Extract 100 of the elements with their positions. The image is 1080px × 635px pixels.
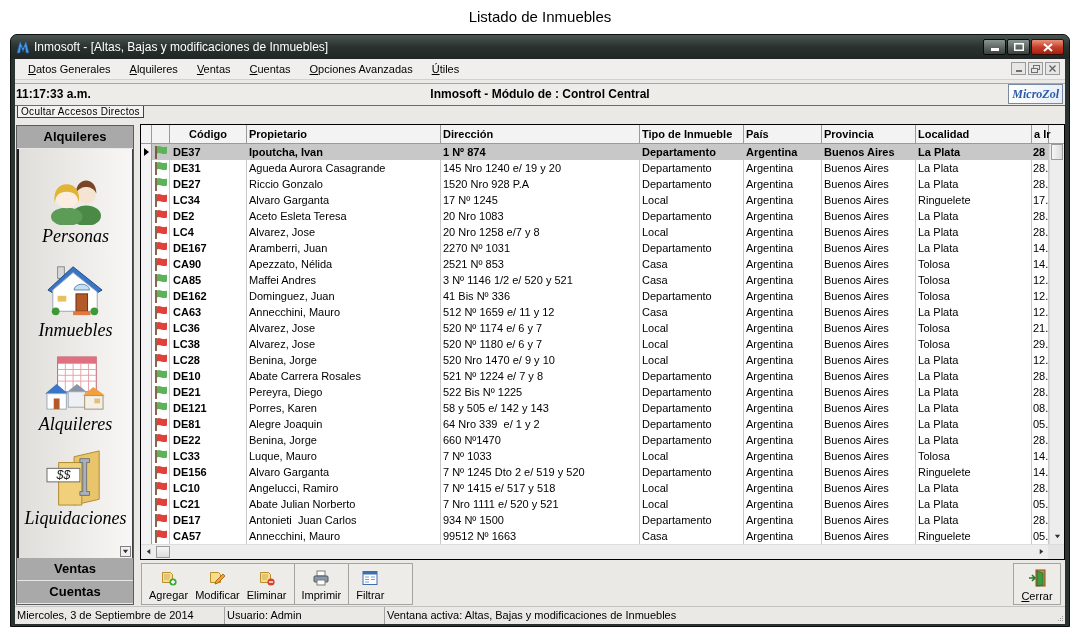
table-cell: Argentina xyxy=(744,495,822,512)
table-cell: Buenos Aires xyxy=(822,239,916,256)
menu-item[interactable]: Alquileres xyxy=(129,62,178,76)
table-cell: LC21 xyxy=(170,495,247,512)
table-cell: Local xyxy=(640,351,744,368)
sidebar-section-header[interactable]: Alquileres xyxy=(17,125,133,149)
toolbar-button[interactable]: Modificar xyxy=(192,563,243,604)
table-cell: Argentina xyxy=(744,271,822,288)
vertical-scrollbar[interactable] xyxy=(1049,143,1064,544)
table-cell: LC10 xyxy=(170,479,247,496)
table-cell: Buenos Aires xyxy=(822,319,916,336)
table-cell: CA57 xyxy=(170,527,247,544)
table-cell: Argentina xyxy=(744,527,822,544)
toolbar-button[interactable]: Imprimir xyxy=(298,563,345,604)
maximize-button[interactable] xyxy=(1007,39,1030,55)
houses-calendar-icon xyxy=(43,354,108,413)
window-title: Inmosoft - [Altas, Bajas y modificaciones de Inmuebles] xyxy=(34,39,329,56)
table-cell: Abate Julian Norberto xyxy=(247,495,441,512)
table-cell: Buenos Aires xyxy=(822,367,916,384)
table-cell: Ipoutcha, Ivan xyxy=(247,143,441,160)
window-list-icon xyxy=(362,569,379,586)
table-cell: 64 Nro 339 e/ 1 y 2 xyxy=(441,415,640,432)
minimize-icon xyxy=(990,48,999,51)
scroll-down-button[interactable] xyxy=(120,545,131,557)
table-cell: Departamento xyxy=(640,511,744,528)
table-cell: 2270 Nº 1031 xyxy=(441,239,640,256)
table-cell: Buenos Aires xyxy=(822,511,916,528)
column-header[interactable]: a Ir xyxy=(1032,124,1049,143)
status-bar-text: Usuario: Admin xyxy=(225,607,385,624)
table-cell: 520 Nro 1470 e/ 9 y 10 xyxy=(441,351,640,368)
table-cell: DE81 xyxy=(170,415,247,432)
sidebar-shortcut[interactable]: Alquileres xyxy=(38,354,113,435)
document-pencil-icon xyxy=(209,569,226,586)
table-cell: La Plata xyxy=(916,415,1032,432)
column-header[interactable]: Provincia xyxy=(822,124,916,143)
table-cell: Tolosa xyxy=(916,271,1032,288)
close-button[interactable] xyxy=(1031,39,1064,55)
table-cell: CA85 xyxy=(170,271,247,288)
mdi-minimize-button[interactable] xyxy=(1011,62,1026,76)
table-cell: CA90 xyxy=(170,255,247,272)
table-cell: Porres, Karen xyxy=(247,399,441,416)
table-cell: Argentina xyxy=(744,415,822,432)
maximize-icon xyxy=(1013,43,1024,51)
table-cell: LC36 xyxy=(170,319,247,336)
toolbar-button[interactable]: Eliminar xyxy=(243,563,290,604)
table-cell: Buenos Aires xyxy=(822,207,916,224)
menu-item[interactable]: Datos Generales xyxy=(28,62,111,76)
mdi-restore-button[interactable] xyxy=(1028,62,1043,76)
column-header[interactable]: Código xyxy=(170,124,247,143)
table-cell: Buenos Aires xyxy=(822,415,916,432)
table-cell: DE27 xyxy=(170,175,247,192)
table-cell: Alegre Joaquin xyxy=(247,415,441,432)
sidebar-section-header[interactable]: Cuentas xyxy=(17,580,133,604)
column-header[interactable]: Localidad xyxy=(916,124,1032,143)
table-cell: La Plata xyxy=(916,159,1032,176)
menu-item[interactable]: Ventas xyxy=(196,62,231,76)
sidebar-shortcut[interactable]: $$ Liquidaciones xyxy=(24,448,127,529)
resize-grip-icon xyxy=(1056,615,1064,623)
table-cell: Buenos Aires xyxy=(822,495,916,512)
table-cell: Argentina xyxy=(744,431,822,448)
column-header[interactable]: Tipo de Inmueble xyxy=(640,124,744,143)
table-cell: 20 Nro 1258 e/7 y 8 xyxy=(441,223,640,240)
table-cell: Departamento xyxy=(640,143,744,160)
table-cell: Local xyxy=(640,223,744,240)
row-selector[interactable] xyxy=(141,143,152,160)
table-cell: Departamento xyxy=(640,159,744,176)
column-header[interactable]: Propietario xyxy=(247,124,441,143)
table-cell: 1 Nº 874 xyxy=(441,143,640,160)
table-cell: DE162 xyxy=(170,287,247,304)
table-cell: Argentina xyxy=(744,255,822,272)
table-cell: 520 Nº 1180 e/ 6 y 7 xyxy=(441,335,640,352)
table-cell: Luque, Mauro xyxy=(247,447,441,464)
minimize-button[interactable] xyxy=(983,39,1006,55)
menu-item[interactable]: Opciones Avanzadas xyxy=(309,62,413,76)
column-header[interactable]: Dirección xyxy=(441,124,640,143)
table-cell: Buenos Aires xyxy=(822,527,916,544)
table-cell: DE21 xyxy=(170,383,247,400)
table-cell: Departamento xyxy=(640,207,744,224)
toolbar-button[interactable]: Agregar xyxy=(146,563,192,604)
toolbar-button[interactable]: Filtrar xyxy=(353,563,388,604)
sidebar-section-header[interactable]: Ventas xyxy=(17,557,133,581)
menu-item[interactable]: Útiles xyxy=(431,62,460,76)
sidebar-shortcut[interactable]: Personas xyxy=(42,174,109,247)
close-window-button[interactable]: Cerrar xyxy=(1013,562,1061,605)
table-cell: Local xyxy=(640,479,744,496)
menu-item[interactable]: Cuentas xyxy=(249,62,291,76)
app-icon xyxy=(16,40,30,54)
table-cell: La Plata xyxy=(916,303,1032,320)
brand-logo: MicroZol xyxy=(1008,84,1063,105)
table-cell: Buenos Aires xyxy=(822,383,916,400)
table-cell: Tolosa xyxy=(916,319,1032,336)
mdi-close-button[interactable] xyxy=(1045,62,1060,76)
table-cell: Departamento xyxy=(640,399,744,416)
table-cell: Benina, Jorge xyxy=(247,431,441,448)
table-cell: DE10 xyxy=(170,367,247,384)
sidebar-shortcut[interactable]: Inmuebles xyxy=(38,260,113,341)
scroll-thumb[interactable] xyxy=(156,545,170,558)
column-header[interactable]: País xyxy=(744,124,822,143)
table-cell: La Plata xyxy=(916,367,1032,384)
table-cell: 2521 Nº 853 xyxy=(441,255,640,272)
